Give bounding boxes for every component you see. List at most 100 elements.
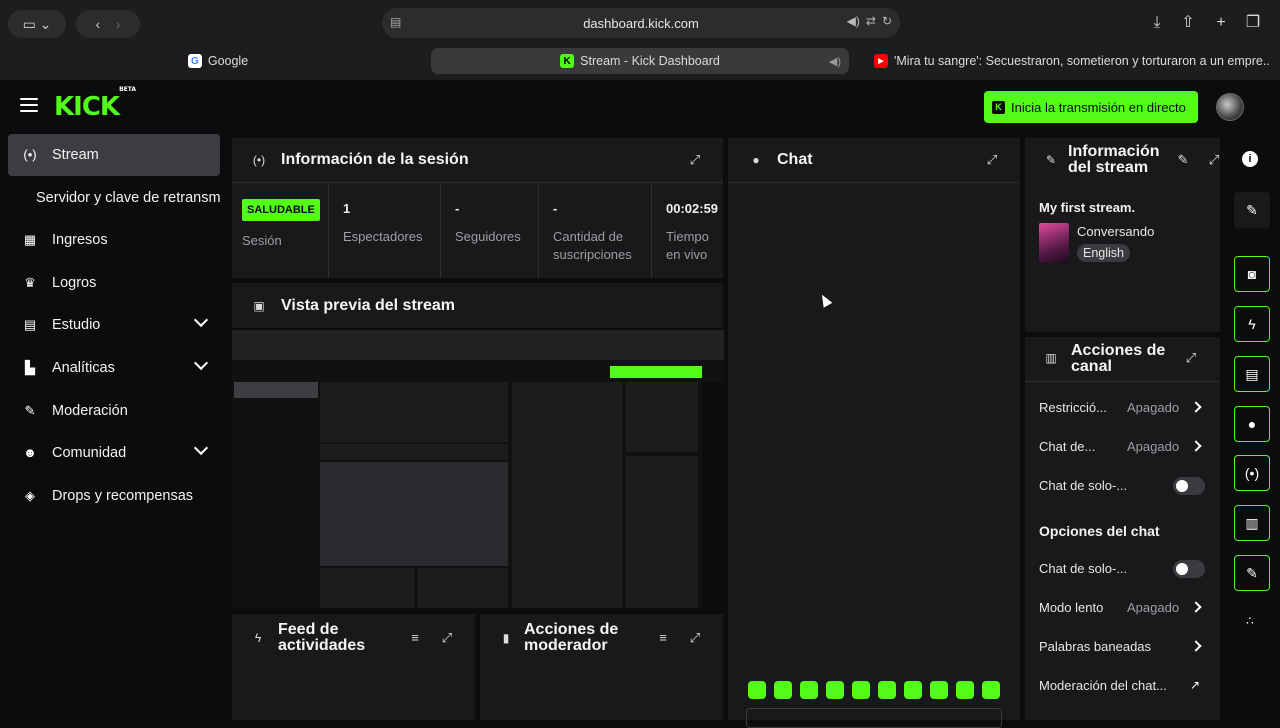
tab-google[interactable]: G Google — [8, 48, 428, 74]
filter-icon[interactable]: ≡ — [408, 631, 422, 645]
emote-icon[interactable] — [904, 681, 922, 699]
expand-icon[interactable]: ⤢ — [688, 153, 702, 167]
expand-icon[interactable]: ⤢ — [985, 153, 999, 167]
chat-only-toggle[interactable] — [1173, 477, 1205, 495]
url-text: dashboard.kick.com — [583, 15, 699, 31]
wrench-icon: ✎ — [1246, 564, 1258, 581]
sidebar-item-ingresos[interactable]: ▦ Ingresos — [8, 219, 220, 261]
translate-icon[interactable]: ⇄ — [866, 14, 876, 28]
emote-icon[interactable] — [748, 681, 766, 699]
sidebar-item-logros[interactable]: ♛ Logros — [8, 262, 220, 304]
sidebar-item-label: Moderación — [52, 403, 128, 419]
go-live-button[interactable]: K Inicia la transmisión en directo — [984, 91, 1198, 123]
notes-button[interactable]: ▤ — [1234, 356, 1270, 392]
expand-icon[interactable]: ⤢ — [688, 631, 702, 645]
chevron-down-icon — [193, 355, 209, 371]
emote-icon[interactable] — [774, 681, 792, 699]
emote-icon[interactable] — [930, 681, 948, 699]
sidebar-item-drops[interactable]: ◈ Drops y recompensas — [8, 475, 220, 517]
new-tab-icon[interactable]: + — [1211, 13, 1231, 33]
kick-logo[interactable]: KICKBETA — [54, 86, 136, 122]
emote-icon[interactable] — [826, 681, 844, 699]
channel-button[interactable]: ▥ — [1234, 505, 1270, 541]
filter-icon[interactable]: ≡ — [656, 631, 670, 645]
more-icon[interactable]: ∴ — [1242, 614, 1258, 630]
row-label: Modo lento — [1039, 600, 1104, 615]
panel-title: Feed de — [278, 621, 339, 638]
quick-actions-bar: i ✎ ◙ ϟ ▤ ● (•) ▥ ✎ ∴ — [1222, 134, 1280, 720]
tab-kick-dashboard[interactable]: K Stream - Kick Dashboard ◀) — [431, 48, 849, 74]
stream-info-panel: ✎ Información del stream ✎ ⤢ My first st… — [1025, 138, 1220, 332]
chat-option-toggle[interactable] — [1173, 560, 1205, 578]
browser-toolbar: ▭ ⌄ ‹ › ▤ dashboard.kick.com ◀) ⇄ ↻ ⤓ ⇧ + … — [0, 0, 1280, 46]
info-icon[interactable]: i — [1242, 151, 1258, 167]
tab-youtube[interactable]: ▶ 'Mira tu sangre': Secuestraron, someti… — [866, 48, 1270, 74]
chat-panel: ● Chat ⤢ — [728, 138, 1020, 728]
mod-actions-panel: ▮ Acciones de moderador ≡ ⤢ — [480, 614, 723, 720]
sidebar-item-label: Drops y recompensas — [52, 488, 194, 504]
sidebar: (•) Stream Servidor y clave de retransmis… — [0, 134, 228, 720]
speaker-icon[interactable]: ◀) — [829, 55, 841, 68]
stream-title: My first stream. — [1039, 200, 1136, 215]
stat-viewers: 1 Espectadores — [328, 184, 440, 278]
edit-layout-button[interactable]: ✎ — [1234, 192, 1270, 228]
category-thumbnail[interactable] — [1039, 223, 1069, 263]
stream-preview-video[interactable] — [232, 330, 724, 608]
forward-icon[interactable]: › — [116, 16, 121, 32]
history-nav[interactable]: ‹ › — [76, 10, 140, 38]
emote-icon[interactable] — [878, 681, 896, 699]
page-menu-icon[interactable]: ▤ — [390, 15, 406, 31]
expand-icon[interactable]: ⤢ — [1184, 351, 1198, 365]
stat-live-time: 00:02:59 Tiempo en vivo — [651, 184, 723, 278]
address-bar[interactable]: ▤ dashboard.kick.com ◀) ⇄ ↻ — [382, 8, 900, 38]
settings-button[interactable]: ✎ — [1234, 555, 1270, 591]
emote-icon[interactable] — [982, 681, 1000, 699]
panel-title: Chat — [777, 151, 813, 168]
row-value: Apagado — [1127, 400, 1180, 415]
panel-title: moderador — [524, 637, 608, 654]
stat-value: 1 — [343, 201, 351, 216]
row-label: Chat de... — [1039, 439, 1096, 454]
tab-overview-icon[interactable]: ❐ — [1243, 13, 1263, 33]
lightning-icon: ϟ — [254, 631, 262, 645]
sidebar-item-stream[interactable]: (•) Stream — [8, 134, 220, 176]
raid-button[interactable]: ϟ — [1234, 306, 1270, 342]
emote-icon[interactable] — [956, 681, 974, 699]
menu-icon[interactable] — [20, 98, 38, 112]
broadcast-icon: (•) — [23, 147, 37, 162]
pencil-icon: ✎ — [1246, 201, 1258, 218]
sidebar-toggle-button[interactable]: ▭ ⌄ — [8, 10, 66, 38]
expand-icon[interactable]: ⤢ — [1207, 153, 1221, 167]
sidebar-item-comunidad[interactable]: ☻ Comunidad — [8, 432, 220, 474]
stat-value: - — [455, 201, 460, 216]
emote-icon[interactable] — [852, 681, 870, 699]
broadcast-button[interactable]: (•) — [1234, 455, 1270, 491]
back-icon[interactable]: ‹ — [96, 16, 101, 32]
row-value: Apagado — [1127, 600, 1180, 615]
reload-icon[interactable]: ↻ — [882, 14, 892, 28]
chat-input[interactable] — [746, 708, 1002, 728]
external-link-icon: ↗ — [1190, 678, 1201, 692]
row-label: Palabras baneadas — [1039, 639, 1152, 654]
share-icon[interactable]: ⇧ — [1178, 13, 1198, 33]
activity-feed-panel: ϟ Feed de actividades ≡ ⤢ — [232, 614, 475, 720]
expand-icon[interactable]: ⤢ — [440, 631, 454, 645]
sidebar-item-estudio[interactable]: ▤ Estudio — [8, 304, 220, 346]
edit-icon[interactable]: ✎ — [1176, 153, 1190, 167]
audio-icon[interactable]: ◀) — [847, 14, 860, 28]
stat-label: Sesión — [242, 233, 282, 248]
tab-bar: G Google K Stream - Kick Dashboard ◀) ▶ … — [0, 46, 1280, 76]
tab-label: 'Mira tu sangre': Secuestraron, sometier… — [894, 54, 1270, 68]
category-name[interactable]: Conversando — [1077, 224, 1154, 239]
download-icon[interactable]: ⤓ — [1147, 13, 1167, 33]
emote-icon[interactable] — [800, 681, 818, 699]
sidebar-item-analiticas[interactable]: ▙ Analíticas — [8, 347, 220, 389]
wrench-icon: ✎ — [24, 403, 36, 418]
avatar[interactable] — [1216, 93, 1244, 121]
chat-button[interactable]: ● — [1234, 406, 1270, 442]
clip-button[interactable]: ◙ — [1234, 256, 1270, 292]
sidebar-item-server-key[interactable]: Servidor y clave de retransmisión — [8, 177, 220, 219]
sidebar-item-label: Logros — [52, 275, 97, 291]
sidebar-item-moderacion[interactable]: ✎ Moderación — [8, 390, 220, 432]
notes-icon: ▤ — [1245, 365, 1259, 382]
